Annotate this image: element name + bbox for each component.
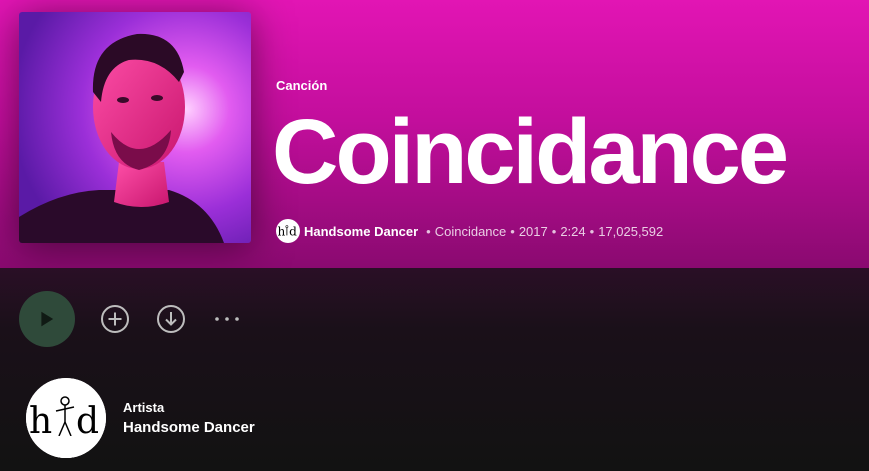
track-title: Coincidance (272, 101, 789, 203)
separator: • (589, 223, 595, 239)
artist-link[interactable]: Handsome Dancer (304, 224, 418, 239)
artist-card[interactable]: h d Artista Handsome Dancer (26, 378, 255, 458)
separator: • (426, 223, 431, 239)
more-dots-icon (215, 317, 239, 321)
download-button[interactable] (155, 303, 187, 335)
artist-name[interactable]: Handsome Dancer (123, 419, 255, 436)
play-count: 17,025,592 (598, 223, 664, 239)
play-icon (41, 311, 54, 327)
artist-avatar[interactable]: h d (26, 378, 106, 458)
add-to-library-button[interactable] (99, 303, 131, 335)
separator: • (551, 223, 557, 239)
artist-info: Artista Handsome Dancer (123, 400, 255, 436)
plus-circle-icon (101, 305, 129, 333)
track-meta: h d Handsome Dancer • Coincidance • 2017… (276, 219, 663, 243)
svg-text:d: d (76, 401, 99, 442)
artist-label: Artista (123, 400, 165, 415)
svg-text:h: h (29, 401, 52, 442)
track-duration: 2:24 (560, 223, 586, 239)
artist-avatar-small[interactable]: h d (276, 219, 300, 243)
svg-text:h: h (278, 224, 286, 238)
download-icon (157, 305, 185, 333)
play-button[interactable] (19, 291, 75, 347)
album-link[interactable]: Coincidance (435, 224, 507, 239)
release-year: 2017 (518, 223, 548, 239)
item-type-label: Canción (276, 78, 328, 93)
album-cover (19, 12, 251, 243)
separator: • (510, 223, 515, 239)
svg-text:d: d (289, 224, 297, 238)
more-options-button[interactable] (211, 303, 243, 335)
